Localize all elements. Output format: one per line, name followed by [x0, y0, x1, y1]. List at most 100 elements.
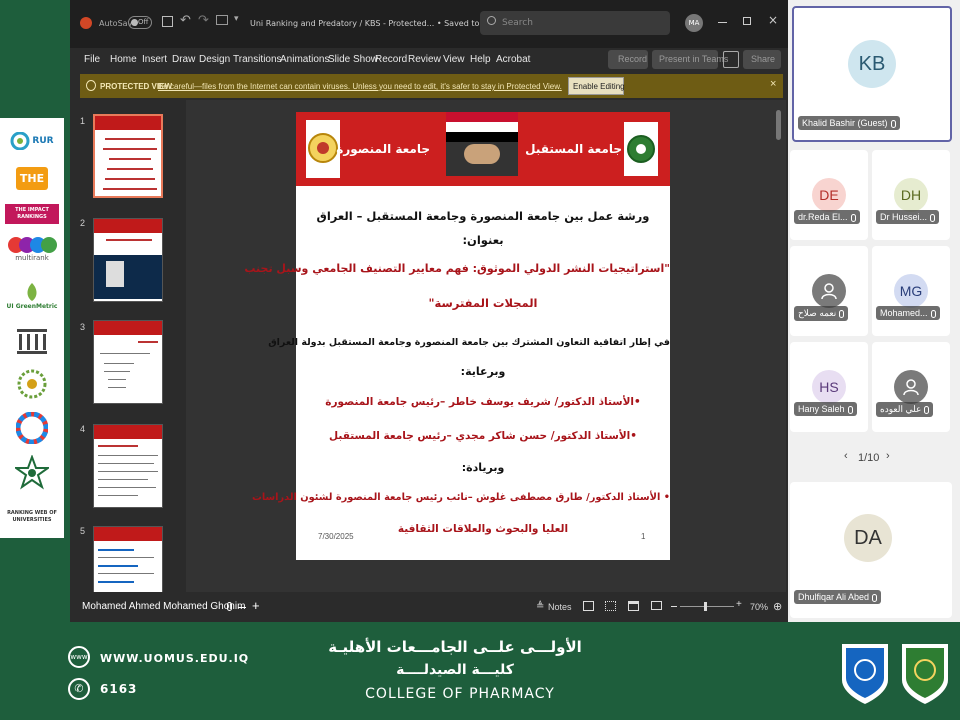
slide-sorter-icon[interactable] [605, 601, 616, 611]
rur-emblem-icon [10, 132, 30, 150]
participant-tile[interactable]: DE dr.Reda El... [790, 150, 868, 240]
tab-animations[interactable]: Animations [280, 54, 329, 65]
zoom-slider[interactable] [680, 602, 734, 611]
iraqi-ranking-logo [4, 366, 60, 402]
webometrics-logo: RANKING WEB OF UNIVERSITIES [7, 510, 57, 523]
vertical-scrollbar[interactable] [776, 110, 781, 140]
slide-thumbnail-5[interactable] [93, 526, 163, 592]
slide-thumbnail-4[interactable] [93, 424, 163, 508]
zoom-out-icon[interactable] [671, 606, 677, 607]
multirank-circles-icon [8, 237, 57, 253]
slide-header-banner: جامعة المنصورة جامعة المستقبل [296, 112, 670, 186]
university-seal-icon [308, 133, 338, 163]
comments-icon[interactable] [723, 51, 739, 68]
participant-tile[interactable]: HS Hany Saleh [790, 342, 868, 432]
tab-home[interactable]: Home [110, 54, 137, 65]
cooperation-line: في إطار اتفاقية التعاون المشترك بين جامع… [268, 337, 670, 348]
undo-icon[interactable]: ↶ [180, 13, 191, 28]
current-slide[interactable]: جامعة المنصورة جامعة المستقبل ورشة عمل ب… [244, 112, 670, 560]
tab-review[interactable]: Review [408, 54, 441, 65]
notes-button[interactable]: Notes [548, 602, 572, 612]
mansoura-university-logo [306, 120, 340, 178]
participant-tile-bottom[interactable]: DA Dhulfiqar Ali Abed [790, 482, 952, 618]
tab-insert[interactable]: Insert [142, 54, 167, 65]
slideshow-view-icon[interactable] [651, 601, 662, 610]
powerpoint-window: AutoSave Off ↶ ↷ ▾ Uni Ranking and Preda… [70, 0, 788, 622]
participant-pager: ‹ 1/10 › [840, 450, 910, 468]
wreath-icon [17, 369, 47, 399]
footer-arabic-title: الأولـــى علــى الجامـــعات الأهليـة [328, 638, 582, 656]
previous-page-icon[interactable]: ‹ [844, 450, 848, 462]
notes-icon[interactable]: ≜ [536, 601, 544, 612]
record-button[interactable]: Record [608, 50, 648, 69]
slideshow-icon[interactable] [216, 15, 228, 25]
autosave-toggle[interactable]: Off [128, 16, 152, 29]
participant-name: Dhulfiqar Ali Abed [794, 590, 882, 604]
close-protected-bar-icon[interactable]: × [770, 78, 776, 90]
tab-draw[interactable]: Draw [172, 54, 195, 65]
tab-file[interactable]: File [84, 54, 100, 65]
mic-icon [930, 213, 936, 222]
reading-view-icon[interactable] [628, 601, 639, 611]
expand-icon[interactable]: + [252, 598, 260, 613]
tab-help[interactable]: Help [470, 54, 491, 65]
slide-thumbnail-3[interactable] [93, 320, 163, 404]
user-avatar[interactable]: MA [685, 14, 703, 32]
minimize-icon[interactable] [718, 22, 727, 23]
next-page-icon[interactable]: › [886, 450, 890, 462]
participant-tile[interactable]: علي العوده [872, 342, 950, 432]
tab-slideshow[interactable]: Slide Show [328, 54, 378, 65]
participant-tile[interactable]: DH Dr Hussei... [872, 150, 950, 240]
tab-transitions[interactable]: Transitions [233, 54, 282, 65]
search-box[interactable]: Search [480, 11, 670, 35]
tab-view[interactable]: View [443, 54, 465, 65]
share-button[interactable]: Share [743, 50, 781, 69]
redo-icon[interactable]: ↷ [198, 13, 209, 28]
avatar: DA [844, 514, 892, 562]
tab-acrobat[interactable]: Acrobat [496, 54, 530, 65]
fit-slide-icon[interactable]: ⊕ [773, 600, 782, 613]
present-in-teams-button[interactable]: Present in Teams [652, 50, 728, 69]
phone-icon: ✆ [68, 678, 90, 700]
enable-editing-button[interactable]: Enable Editing [568, 77, 625, 95]
footer-english-college: COLLEGE OF PHARMACY [365, 686, 555, 702]
slide-thumbnail-2[interactable] [93, 218, 163, 302]
participant-name: نعمه صلاح [794, 306, 849, 321]
mic-icon [924, 405, 930, 414]
person-icon [903, 379, 919, 396]
leadership-label: وبريادة: [461, 461, 505, 474]
avatar: HS [812, 370, 846, 404]
status-bar: Mohamed Ahmed Mohamed Ghonim + ≜ Notes +… [70, 592, 788, 622]
multirank-logo: multirank [4, 232, 60, 266]
thumbnail-number: 4 [80, 424, 86, 434]
participant-name: Khalid Bashir (Guest) [798, 116, 900, 130]
participant-tile-main[interactable]: KB Khalid Bashir (Guest) [792, 6, 952, 142]
teams-participants-panel: KB Khalid Bashir (Guest) DE dr.Reda El..… [788, 0, 960, 622]
thumbnail-number: 5 [80, 526, 86, 536]
avatar [894, 370, 928, 404]
zoom-slider-thumb[interactable] [704, 602, 707, 611]
save-icon[interactable] [162, 16, 173, 27]
participant-tile[interactable]: نعمه صلاح [790, 246, 868, 336]
customize-qat-icon[interactable]: ▾ [234, 14, 239, 24]
tab-record[interactable]: Record [375, 54, 407, 65]
patron-2: •الأستاذ الدكتور/ حسن شاكر مجدي –رئيس جا… [329, 430, 637, 442]
zoom-level[interactable]: 70% [750, 602, 768, 612]
maximize-icon[interactable] [743, 17, 751, 25]
header-mansoura-name: جامعة المنصورة [336, 142, 430, 156]
protected-view-message[interactable]: Be careful—files from the Internet can c… [158, 82, 562, 91]
normal-view-icon[interactable] [583, 601, 594, 611]
shield-logo-icon [842, 644, 888, 704]
participant-name: dr.Reda El... [794, 210, 860, 224]
presenter-mic-icon [227, 602, 232, 611]
collapse-icon[interactable] [238, 607, 246, 608]
shield-icon [86, 80, 96, 91]
participant-tile[interactable]: MG Mohamed... [872, 246, 950, 336]
tab-design[interactable]: Design [199, 54, 230, 65]
slide-thumbnail-1[interactable] [93, 114, 163, 198]
footer-phone: 6163 [100, 682, 138, 696]
zoom-in-icon[interactable]: + [736, 599, 742, 610]
close-icon[interactable]: × [768, 13, 778, 27]
pillars-logo [4, 324, 60, 358]
window-title: Uni Ranking and Predatory / KBS - Protec… [250, 19, 510, 28]
